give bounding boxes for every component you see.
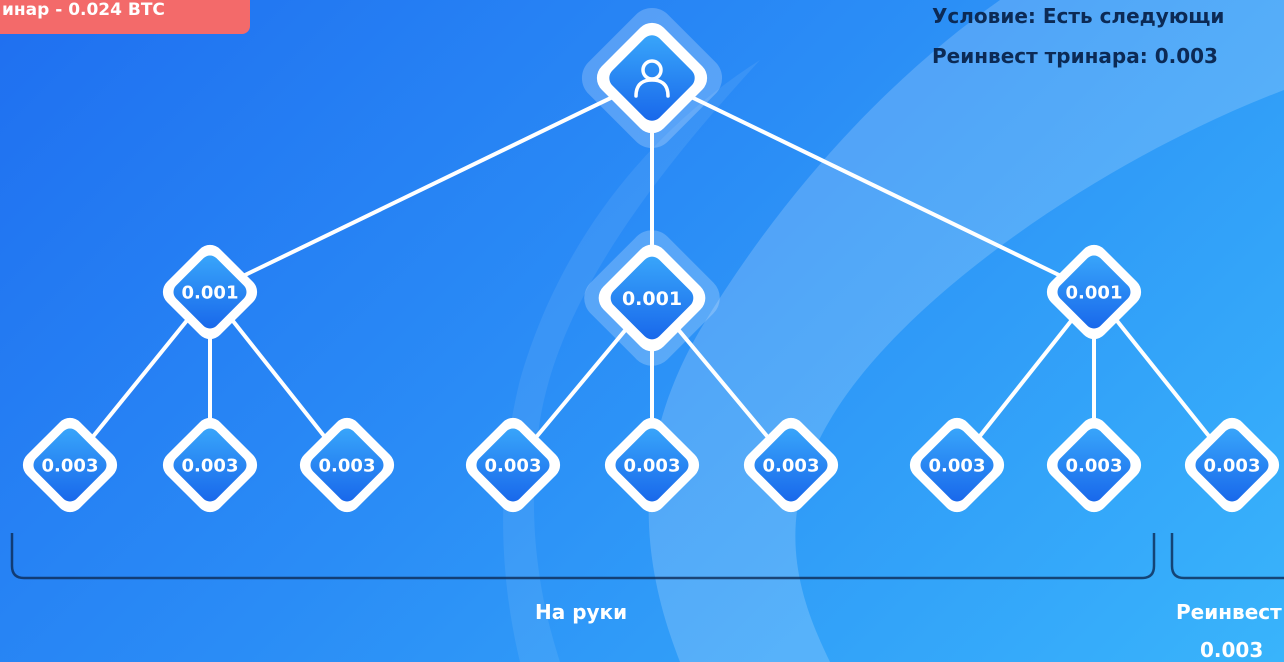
level2-node-8: 0.003 <box>1184 417 1280 513</box>
reinvest-value: 0.003 <box>1200 638 1264 662</box>
condition-line-2: Реинвест тринара: 0.003 <box>932 44 1218 68</box>
level2-node-0: 0.003 <box>22 417 118 513</box>
level2-value-8: 0.003 <box>1204 455 1261 476</box>
level1-value-0: 0.001 <box>182 282 239 303</box>
on-hands-label: На руки <box>535 600 628 624</box>
level1-value-2: 0.001 <box>1066 282 1123 303</box>
level2-value-7: 0.003 <box>1066 455 1123 476</box>
level2-value-2: 0.003 <box>319 455 376 476</box>
level2-value-5: 0.003 <box>763 455 820 476</box>
level2-node-3: 0.003 <box>465 417 561 513</box>
condition-line-1: Условие: Есть следующи <box>932 4 1225 28</box>
level2-value-4: 0.003 <box>624 455 681 476</box>
level1-node-0: 0.001 <box>162 244 258 340</box>
reinvest-bracket <box>1170 533 1284 580</box>
background-swoosh <box>648 0 1284 662</box>
level1-node-2: 0.001 <box>1046 244 1142 340</box>
reinvest-label: Реинвест <box>1176 600 1282 624</box>
level2-node-2: 0.003 <box>299 417 395 513</box>
level2-node-6: 0.003 <box>909 417 1005 513</box>
level2-value-0: 0.003 <box>42 455 99 476</box>
level1-value-1: 0.001 <box>622 288 682 310</box>
on-hands-bracket <box>10 533 1156 580</box>
tree-diagram: 0.001 0.001 0.001 0.003 0.003 0.003 0.003 0.003… <box>10 0 1284 662</box>
level2-node-1: 0.003 <box>162 417 258 513</box>
root-node <box>581 7 723 149</box>
level2-value-3: 0.003 <box>485 455 542 476</box>
level2-value-1: 0.003 <box>182 455 239 476</box>
level2-value-6: 0.003 <box>929 455 986 476</box>
level2-node-7: 0.003 <box>1046 417 1142 513</box>
